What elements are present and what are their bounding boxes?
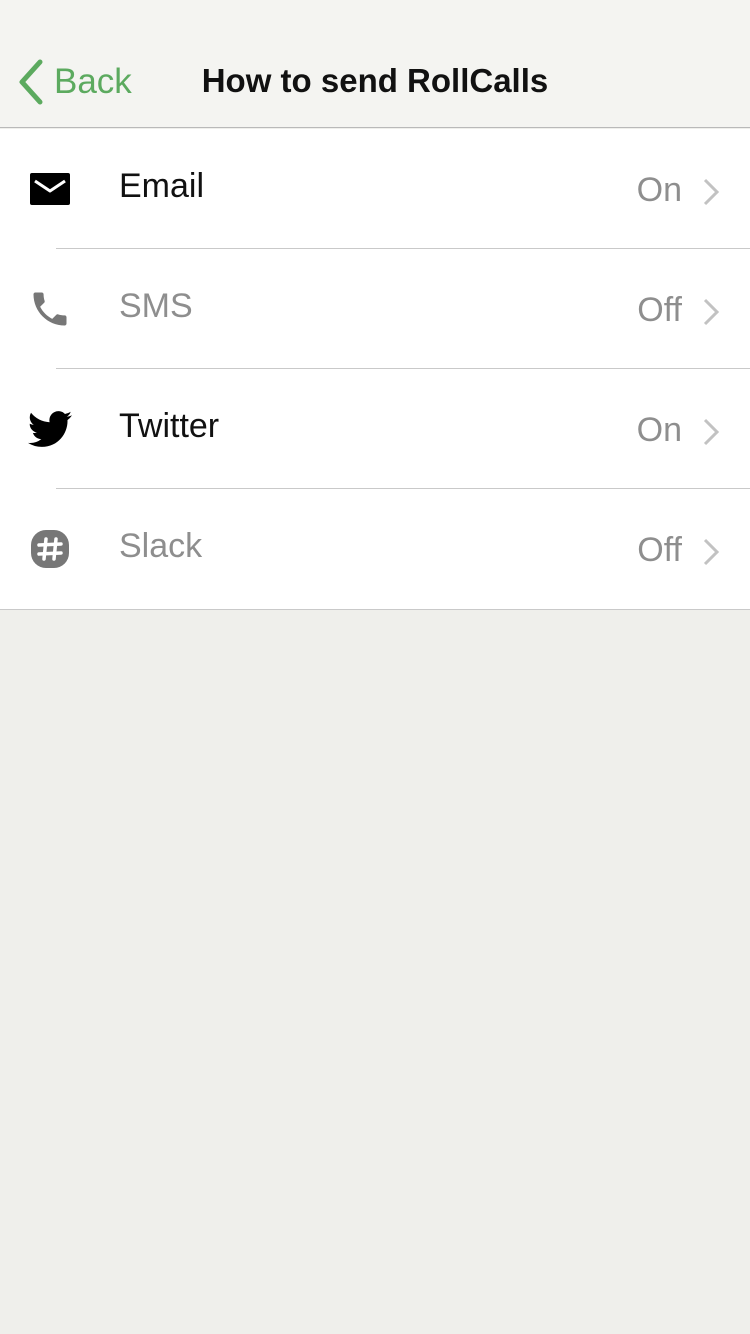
list-item-sms[interactable]: SMS Off <box>0 249 750 369</box>
list-item-twitter[interactable]: Twitter On <box>0 369 750 489</box>
status-value: Off <box>637 531 682 569</box>
chevron-right-icon <box>703 418 720 446</box>
navigation-bar: Back How to send RollCalls <box>0 0 750 128</box>
chevron-right-icon <box>703 178 720 206</box>
envelope-icon <box>28 167 72 211</box>
chevron-right-icon <box>703 298 720 326</box>
status-value: On <box>636 411 682 449</box>
row-label: SMS <box>119 287 193 325</box>
list-item-email[interactable]: Email On <box>0 129 750 249</box>
row-label: Slack <box>119 527 203 565</box>
row-label: Twitter <box>119 407 220 445</box>
chevron-right-icon <box>703 538 720 566</box>
page-title: How to send RollCalls <box>201 62 549 99</box>
twitter-bird-icon <box>28 407 72 451</box>
phone-icon <box>28 287 72 331</box>
status-value: Off <box>637 291 682 329</box>
list-item-slack[interactable]: Slack Off <box>0 489 750 609</box>
status-value: On <box>636 171 682 209</box>
channel-list: Email On SMS Off Twitter On Slack Off <box>0 129 750 610</box>
row-label: Email <box>119 167 205 205</box>
slack-hash-icon <box>28 527 72 571</box>
